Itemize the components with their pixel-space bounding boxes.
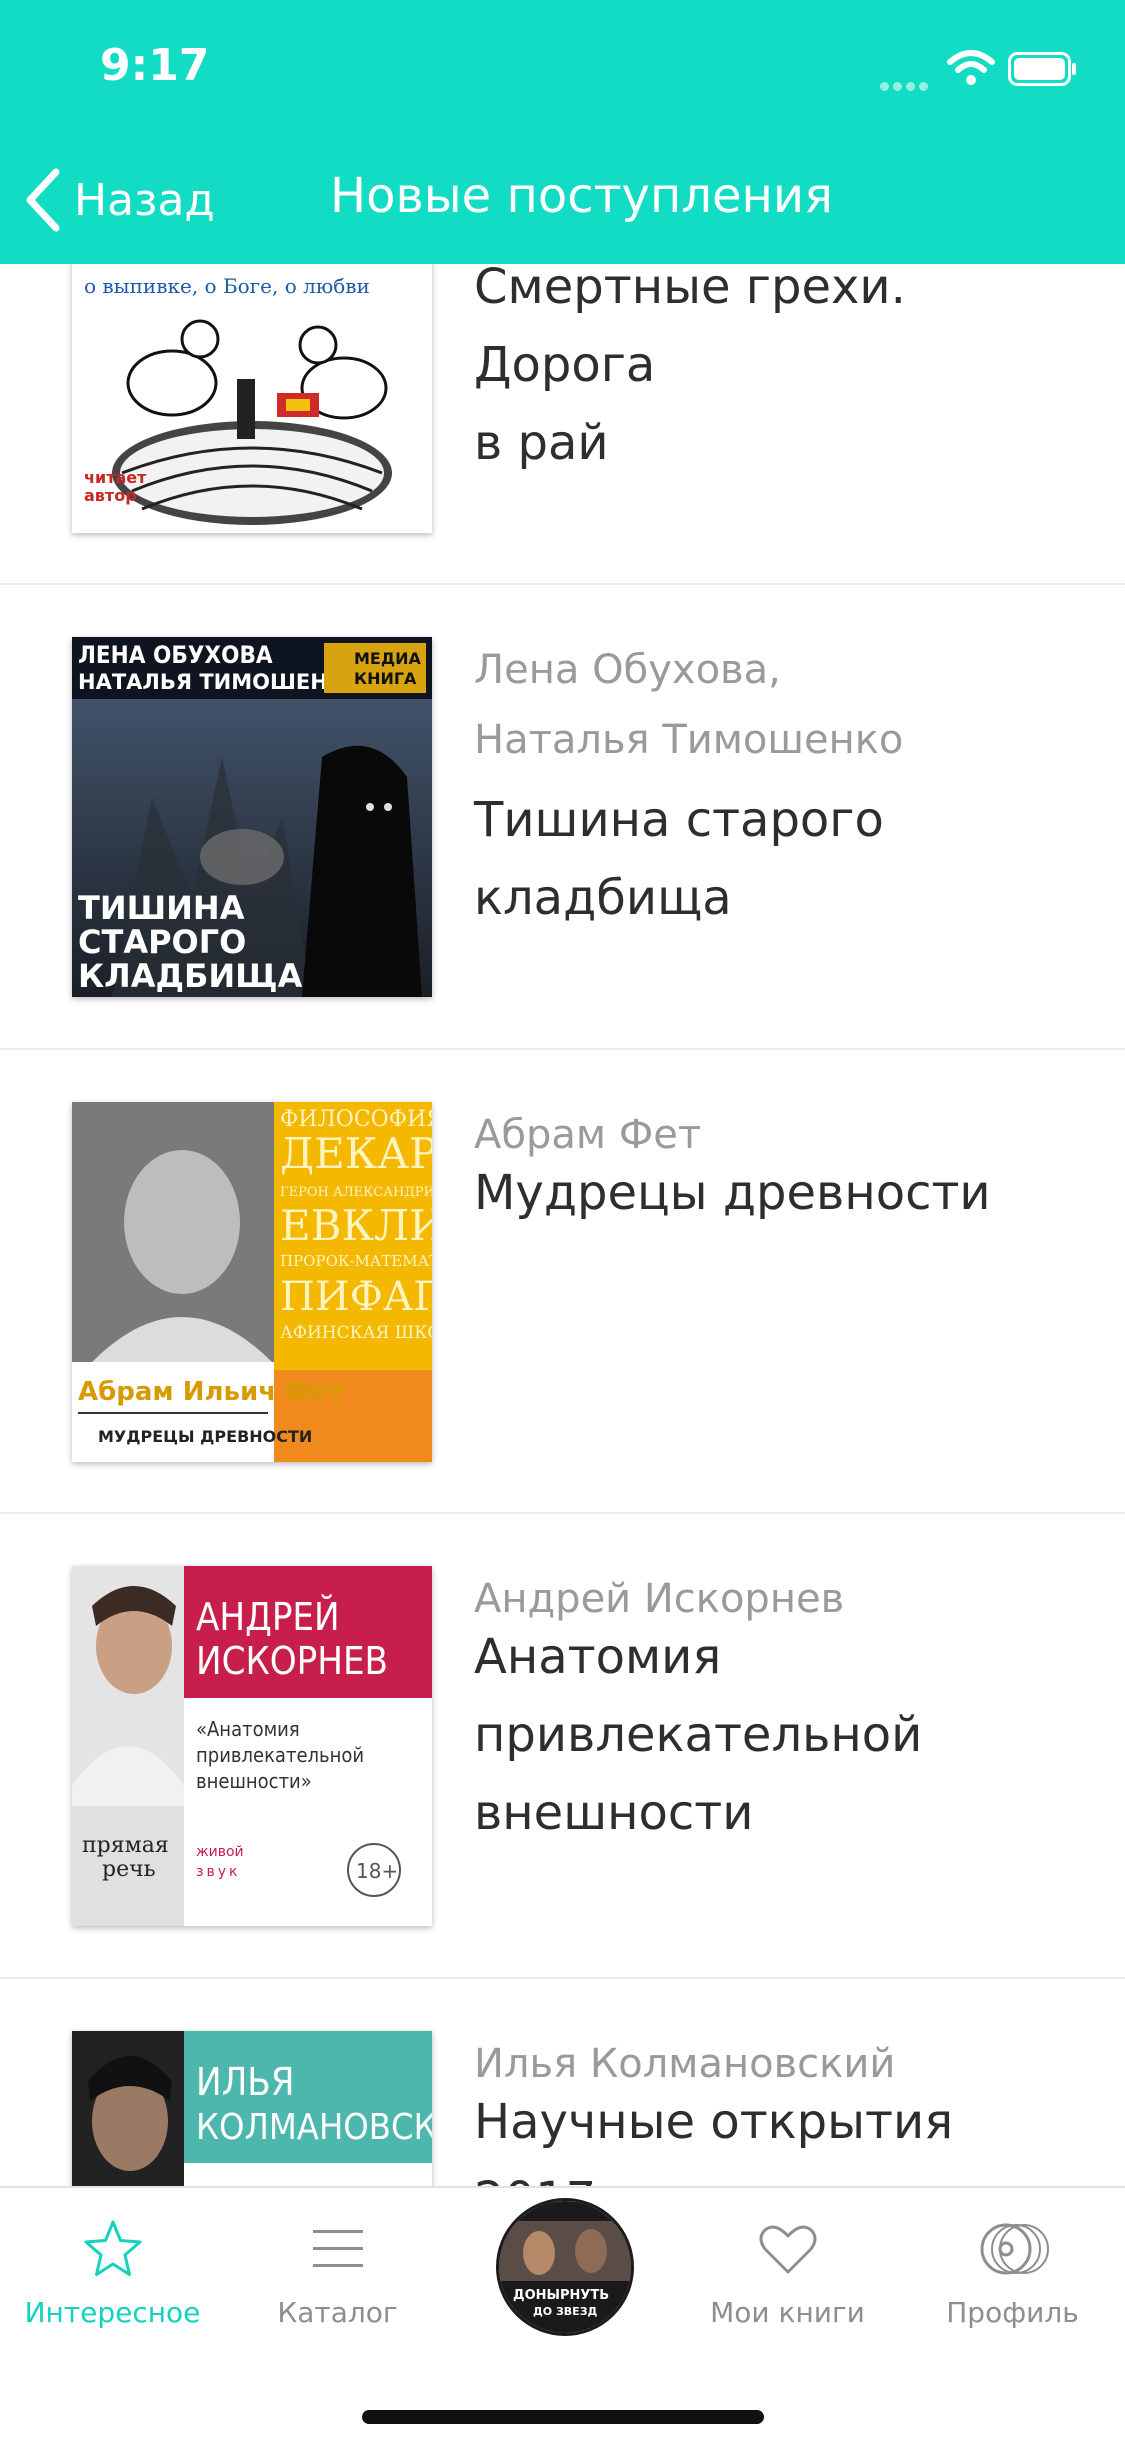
cover-text: СТАРОГО <box>78 923 246 961</box>
tab-bar: Интересное Каталог ДОНЫРНУТЬ ДО ЗВЕЗД Мо… <box>0 2186 1125 2438</box>
book-title: Мудрецы древности <box>474 1154 1084 1232</box>
home-indicator <box>362 2410 764 2424</box>
book-title-line: Тишина старого <box>474 792 884 848</box>
cover-text: внешности» <box>196 1769 312 1793</box>
nav-bar: 9:17 Назад Новые поступления <box>0 0 1125 264</box>
tab-interesting[interactable]: Интересное <box>0 2188 225 2348</box>
heart-icon <box>759 2225 817 2274</box>
book-title-line: внешности <box>474 1785 754 1841</box>
tab-my-books[interactable]: Мои книги <box>675 2188 900 2348</box>
cover-text: прямая <box>82 1833 169 1858</box>
profile-rings-icon <box>980 2223 1049 2275</box>
cover-text: Абрам Ильич Фет <box>78 1377 344 1407</box>
cover-text: звук <box>196 1864 240 1880</box>
book-title: Тишина старого кладбища <box>474 781 1084 937</box>
tab-label: Профиль <box>946 2296 1079 2329</box>
cover-text: КЛАДБИЩА <box>78 957 303 995</box>
now-playing-cover: ДОНЫРНУТЬ ДО ЗВЕЗД <box>499 2201 631 2333</box>
book-title: Научные открытия 2017 <box>474 2083 1084 2186</box>
back-label: Назад <box>74 174 215 226</box>
menu-icon <box>313 2230 363 2267</box>
cover-text: о выпивке, о Боге, о любви <box>84 274 370 298</box>
book-author: Лена Обухова, Наталья Тимошенко <box>474 635 1074 775</box>
book-cover[interactable]: ЛЕНА ОБУХОВА НАТАЛЬЯ ТИМОШЕНКО МЕДИА КНИ… <box>72 637 432 997</box>
cover-text: КНИГА <box>354 669 417 688</box>
cellular-signal-icon <box>880 76 934 91</box>
book-author-line: Лена Обухова, <box>474 647 781 693</box>
star-icon <box>84 2220 142 2276</box>
cover-text: МУДРЕЦЫ ДРЕВНОСТИ <box>98 1427 312 1446</box>
list-item[interactable]: АНДРЕЙ ИСКОРНЕВ «Анатомия привлекательно… <box>0 1514 1125 1979</box>
book-title-line: привлекательной <box>474 1707 923 1763</box>
cover-text: ТИШИНА <box>78 889 245 927</box>
cover-art: ИЛЬЯ КОЛМАНОВСКИЙ <box>72 2031 432 2186</box>
page-title: Новые поступления <box>330 168 833 224</box>
battery-icon <box>1008 52 1076 86</box>
cover-text: «Анатомия <box>196 1717 300 1741</box>
tab-label: Мои книги <box>710 2296 865 2329</box>
list-item[interactable]: ФИЛОСОФИЯ ДЕКАРТ ГЕРОН АЛЕКСАНДРИЙСКИЙ Е… <box>0 1050 1125 1510</box>
book-cover[interactable]: АНДРЕЙ ИСКОРНЕВ «Анатомия привлекательно… <box>72 1566 432 1926</box>
cover-text: АФИНСКАЯ ШКОЛА <box>280 1323 432 1343</box>
now-playing-button[interactable]: ДОНЫРНУТЬ ДО ЗВЕЗД <box>496 2198 634 2336</box>
cover-text: КОЛМАНОВСКИЙ <box>196 2106 432 2148</box>
cover-text: живой <box>196 1844 244 1860</box>
cover-text: 18+ <box>356 1859 398 1883</box>
cover-art: АНДРЕЙ ИСКОРНЕВ «Анатомия привлекательно… <box>72 1566 432 1926</box>
cover-text: ЛЕНА ОБУХОВА <box>78 641 273 669</box>
book-title-line: Мудрецы древности <box>474 1165 991 1221</box>
book-title-line: Анатомия <box>474 1629 722 1685</box>
back-button[interactable]: Назад <box>24 160 215 240</box>
cover-text: читает <box>84 468 147 487</box>
cover-art: ЛЕНА ОБУХОВА НАТАЛЬЯ ТИМОШЕНКО МЕДИА КНИ… <box>72 637 432 997</box>
book-author-line: Наталья Тимошенко <box>474 717 904 763</box>
cover-text: НАТАЛЬЯ ТИМОШЕНКО <box>78 670 363 694</box>
cover-text: ДО ЗВЕЗД <box>533 2305 598 2318</box>
cover-text: автор <box>84 486 137 505</box>
book-title-line: Смертные грехи. Дорога <box>474 259 906 393</box>
tab-label: Каталог <box>277 2296 398 2329</box>
cover-text: ГЕРОН АЛЕКСАНДРИЙСКИЙ <box>280 1183 432 1200</box>
cover-text: ПИФАГОР <box>280 1274 432 1320</box>
book-title-line: кладбища <box>474 870 732 926</box>
book-list[interactable]: о выпивке, о Боге, о любви читает автор … <box>0 0 1125 2186</box>
cover-text: ЕВКЛИД <box>280 1201 432 1250</box>
cover-text: ДОНЫРНУТЬ <box>513 2288 609 2303</box>
book-title-line: в рай <box>474 415 609 471</box>
book-title-line: Научные открытия 2017 <box>474 2094 954 2186</box>
cover-art: ФИЛОСОФИЯ ДЕКАРТ ГЕРОН АЛЕКСАНДРИЙСКИЙ Е… <box>72 1102 432 1462</box>
list-item[interactable]: ЛЕНА ОБУХОВА НАТАЛЬЯ ТИМОШЕНКО МЕДИА КНИ… <box>0 585 1125 1050</box>
tab-profile[interactable]: Профиль <box>900 2188 1125 2348</box>
book-cover[interactable]: ФИЛОСОФИЯ ДЕКАРТ ГЕРОН АЛЕКСАНДРИЙСКИЙ Е… <box>72 1102 432 1462</box>
cover-text: речь <box>102 1857 156 1882</box>
book-cover[interactable]: ИЛЬЯ КОЛМАНОВСКИЙ <box>72 2031 432 2186</box>
cover-text: АНДРЕЙ <box>196 1595 340 1639</box>
cover-text: ИЛЬЯ <box>196 2060 295 2104</box>
book-title: Анатомия привлекательной внешности <box>474 1618 1084 1852</box>
wifi-icon <box>947 50 995 85</box>
cover-text: МЕДИА <box>354 649 421 668</box>
list-item[interactable]: ИЛЬЯ КОЛМАНОВСКИЙ Илья Колмановский Науч… <box>0 1979 1125 2186</box>
chevron-left-icon <box>26 168 60 232</box>
cover-text: привлекательной <box>196 1743 364 1767</box>
cover-text: ПРОРОК-МАТЕМАТИК <box>280 1252 432 1270</box>
cover-text: ДЕКАРТ <box>280 1129 432 1178</box>
tab-catalog[interactable]: Каталог <box>225 2188 450 2348</box>
tab-label: Интересное <box>24 2296 201 2329</box>
status-time: 9:17 <box>100 40 210 91</box>
book-title: Смертные грехи. Дорога в рай <box>474 248 1084 482</box>
cover-text: ИСКОРНЕВ <box>196 1639 388 1683</box>
